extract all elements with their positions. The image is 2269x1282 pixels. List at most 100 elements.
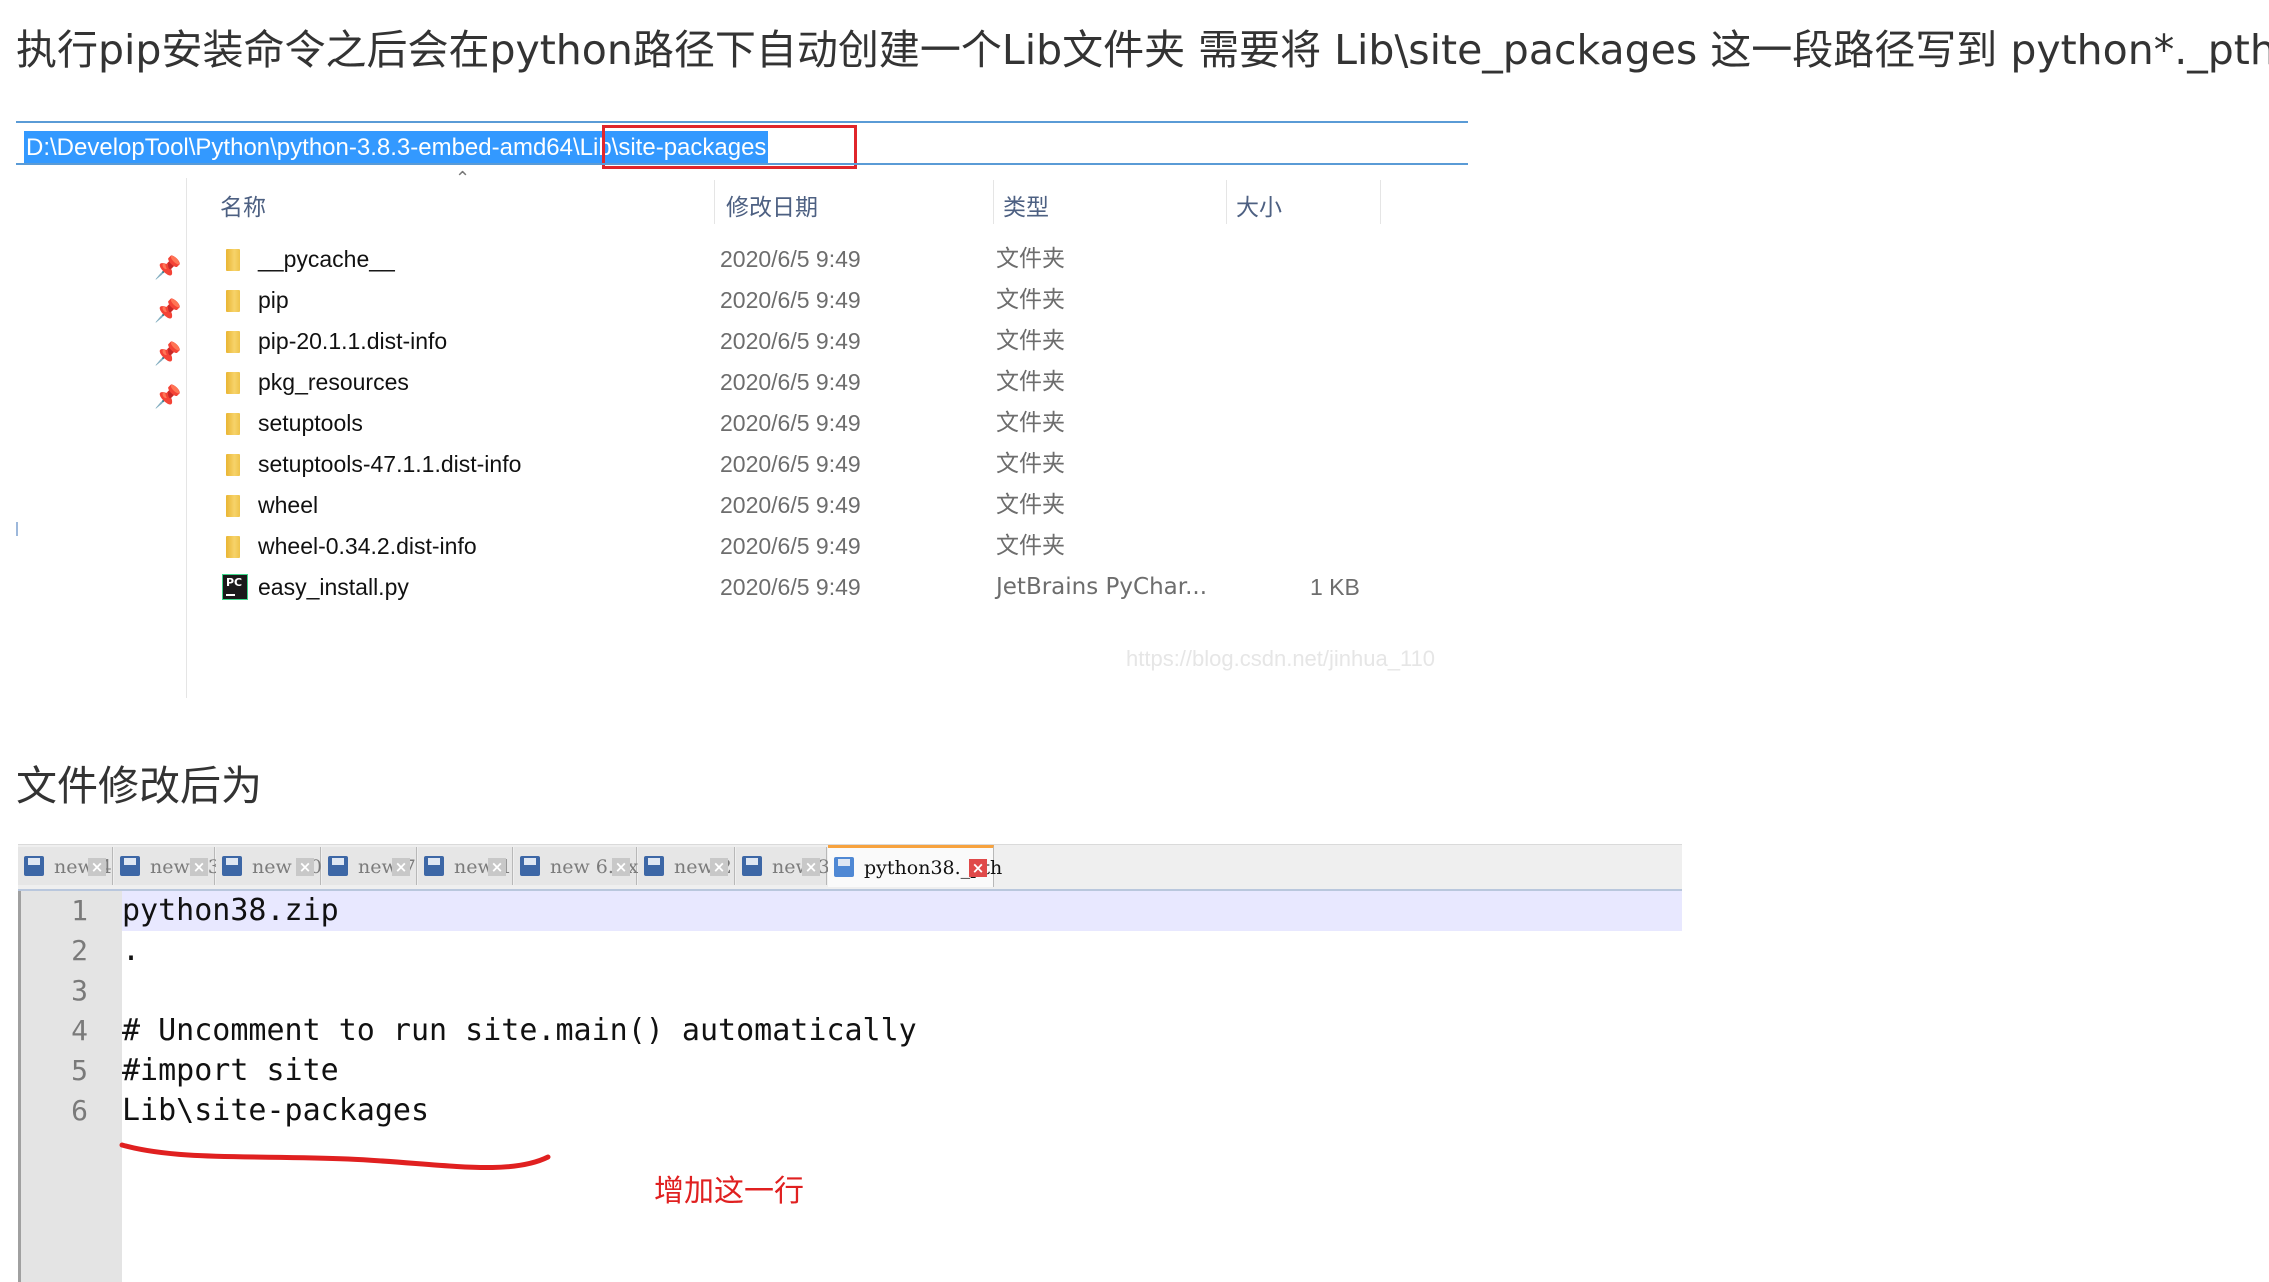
tab-new-10[interactable]: new 10 ×: [216, 847, 322, 885]
file-name: setuptools-47.1.1.dist-info: [258, 451, 522, 477]
instruction-heading: 执行pip安装命令之后会在python路径下自动创建一个Lib文件夹 需要将 L…: [16, 26, 2269, 74]
close-tab-icon[interactable]: ×: [710, 858, 728, 876]
folder-icon: [226, 249, 240, 271]
save-disk-icon: [328, 856, 348, 876]
save-disk-icon: [24, 856, 44, 876]
close-tab-icon[interactable]: ×: [488, 858, 506, 876]
file-type: 文件夹: [996, 533, 1065, 559]
file-type: 文件夹: [996, 246, 1065, 272]
file-name: wheel-0.34.2.dist-info: [258, 533, 477, 559]
file-row[interactable]: pip-20.1.1.dist-info 2020/6/5 9:49 文件夹: [0, 321, 1470, 362]
folder-icon: [226, 290, 240, 312]
save-disk-icon: [644, 856, 664, 876]
column-separator[interactable]: [714, 180, 715, 224]
save-disk-icon: [834, 857, 854, 877]
tab-new-1[interactable]: new 1 ×: [418, 847, 513, 885]
editor-line[interactable]: 2.: [18, 931, 1682, 971]
file-type: 文件夹: [996, 369, 1065, 395]
tab-label: new 13: [150, 856, 220, 878]
folder-icon: [226, 331, 240, 353]
column-separator[interactable]: [1380, 180, 1381, 224]
file-row[interactable]: pip 2020/6/5 9:49 文件夹: [0, 280, 1470, 321]
column-separator[interactable]: [1226, 180, 1227, 224]
line-text: python38.zip: [122, 893, 339, 928]
editor-line[interactable]: 4 # Uncomment to run site.main() automati…: [18, 1011, 1682, 1051]
line-number: 4: [71, 1014, 88, 1047]
line-number: 5: [71, 1054, 88, 1087]
tab-new-3[interactable]: new 3 ×: [736, 847, 830, 885]
added-line-annotation: 增加这一行: [654, 1174, 804, 1209]
close-tab-icon[interactable]: ×: [802, 858, 820, 876]
address-bar-bottom-border: [16, 163, 1468, 165]
save-disk-icon: [222, 856, 242, 876]
tab-new-2[interactable]: new 2 ×: [638, 847, 735, 885]
line-text: Lib\site-packages: [122, 1093, 430, 1128]
file-date: 2020/6/5 9:49: [720, 287, 861, 313]
file-row[interactable]: pkg_resources 2020/6/5 9:49 文件夹: [0, 362, 1470, 403]
close-tab-icon[interactable]: ×: [612, 858, 630, 876]
file-date: 2020/6/5 9:49: [720, 574, 861, 600]
editor-line[interactable]: 5 #import site: [18, 1051, 1682, 1091]
column-header-name[interactable]: 名称: [220, 188, 266, 222]
file-date: 2020/6/5 9:49: [720, 246, 861, 272]
column-separator[interactable]: [993, 180, 994, 224]
file-type: 文件夹: [996, 492, 1065, 518]
save-disk-icon: [520, 856, 540, 876]
file-row[interactable]: wheel-0.34.2.dist-info 2020/6/5 9:49 文件夹: [0, 526, 1470, 567]
file-row[interactable]: setuptools 2020/6/5 9:49 文件夹: [0, 403, 1470, 444]
section-heading-after-edit: 文件修改后为: [16, 762, 262, 810]
tab-label: new 3: [772, 856, 830, 878]
file-row[interactable]: wheel 2020/6/5 9:49 文件夹: [0, 485, 1470, 526]
file-explorer-panel: D:\DevelopTool\Python\python-3.8.3-embed…: [0, 118, 1470, 698]
column-header-size[interactable]: 大小: [1236, 188, 1282, 222]
close-tab-icon[interactable]: ×: [392, 858, 410, 876]
tab-new-7[interactable]: new 7 ×: [322, 847, 417, 885]
file-size: 1 KB: [1310, 574, 1360, 600]
pycharm-file-icon: PC: [222, 574, 248, 600]
line-text: .: [122, 933, 141, 968]
tab-label: new 6. txt: [550, 856, 646, 878]
editor-line[interactable]: 1 python38.zip: [18, 891, 1682, 931]
folder-icon: [226, 413, 240, 435]
file-name: easy_install.py: [258, 574, 409, 600]
editor-line[interactable]: 3: [18, 971, 1682, 1011]
line-number: 3: [71, 974, 88, 1007]
file-name: pkg_resources: [258, 369, 409, 395]
file-type: JetBrains PyChar...: [996, 574, 1208, 600]
save-disk-icon: [120, 856, 140, 876]
file-name: pip: [258, 287, 289, 313]
sort-ascending-icon[interactable]: ⌃: [455, 168, 470, 189]
tab-python38-pth[interactable]: python38._pth ×: [828, 845, 1002, 887]
close-tab-icon[interactable]: ×: [88, 858, 106, 876]
folder-icon: [226, 454, 240, 476]
file-date: 2020/6/5 9:49: [720, 533, 861, 559]
line-text: # Uncomment to run site.main() automatic…: [122, 1013, 917, 1048]
close-tab-icon[interactable]: ×: [190, 858, 208, 876]
column-header-date[interactable]: 修改日期: [726, 188, 818, 222]
watermark: https://blog.csdn.net/jinhua_110: [1126, 646, 1436, 671]
line-number: 1: [71, 894, 88, 927]
tab-new-13[interactable]: new 13 ×: [114, 847, 220, 885]
file-row[interactable]: setuptools-47.1.1.dist-info 2020/6/5 9:49…: [0, 444, 1470, 485]
tab-new-6-txt[interactable]: new 6. txt ×: [514, 847, 646, 885]
line-number: 6: [71, 1094, 88, 1127]
file-name: pip-20.1.1.dist-info: [258, 328, 448, 354]
column-header-type[interactable]: 类型: [1003, 188, 1049, 222]
file-date: 2020/6/5 9:49: [720, 328, 861, 354]
file-name: wheel: [258, 492, 319, 518]
file-date: 2020/6/5 9:49: [720, 451, 861, 477]
line-text: #import site: [122, 1053, 339, 1088]
file-name: __pycache__: [258, 246, 395, 272]
close-tab-icon[interactable]: ×: [296, 858, 314, 876]
file-date: 2020/6/5 9:49: [720, 410, 861, 436]
folder-icon: [226, 372, 240, 394]
editor-line[interactable]: 6 Lib\site-packages: [18, 1091, 1682, 1131]
line-number: 2: [71, 934, 88, 967]
tab-bar: new 4 × new 13 × new 10 × new 7 × new 1 × new 6. t…: [18, 844, 1682, 892]
file-row[interactable]: PC easy_install.py 2020/6/5 9:49 JetBrains …: [0, 567, 1470, 608]
file-type: 文件夹: [996, 451, 1065, 477]
file-row[interactable]: __pycache__ 2020/6/5 9:49 文件夹: [0, 239, 1470, 280]
close-tab-icon[interactable]: ×: [969, 859, 987, 877]
address-bar-top-border: [16, 121, 1468, 123]
tab-new-4[interactable]: new 4 ×: [18, 847, 113, 885]
